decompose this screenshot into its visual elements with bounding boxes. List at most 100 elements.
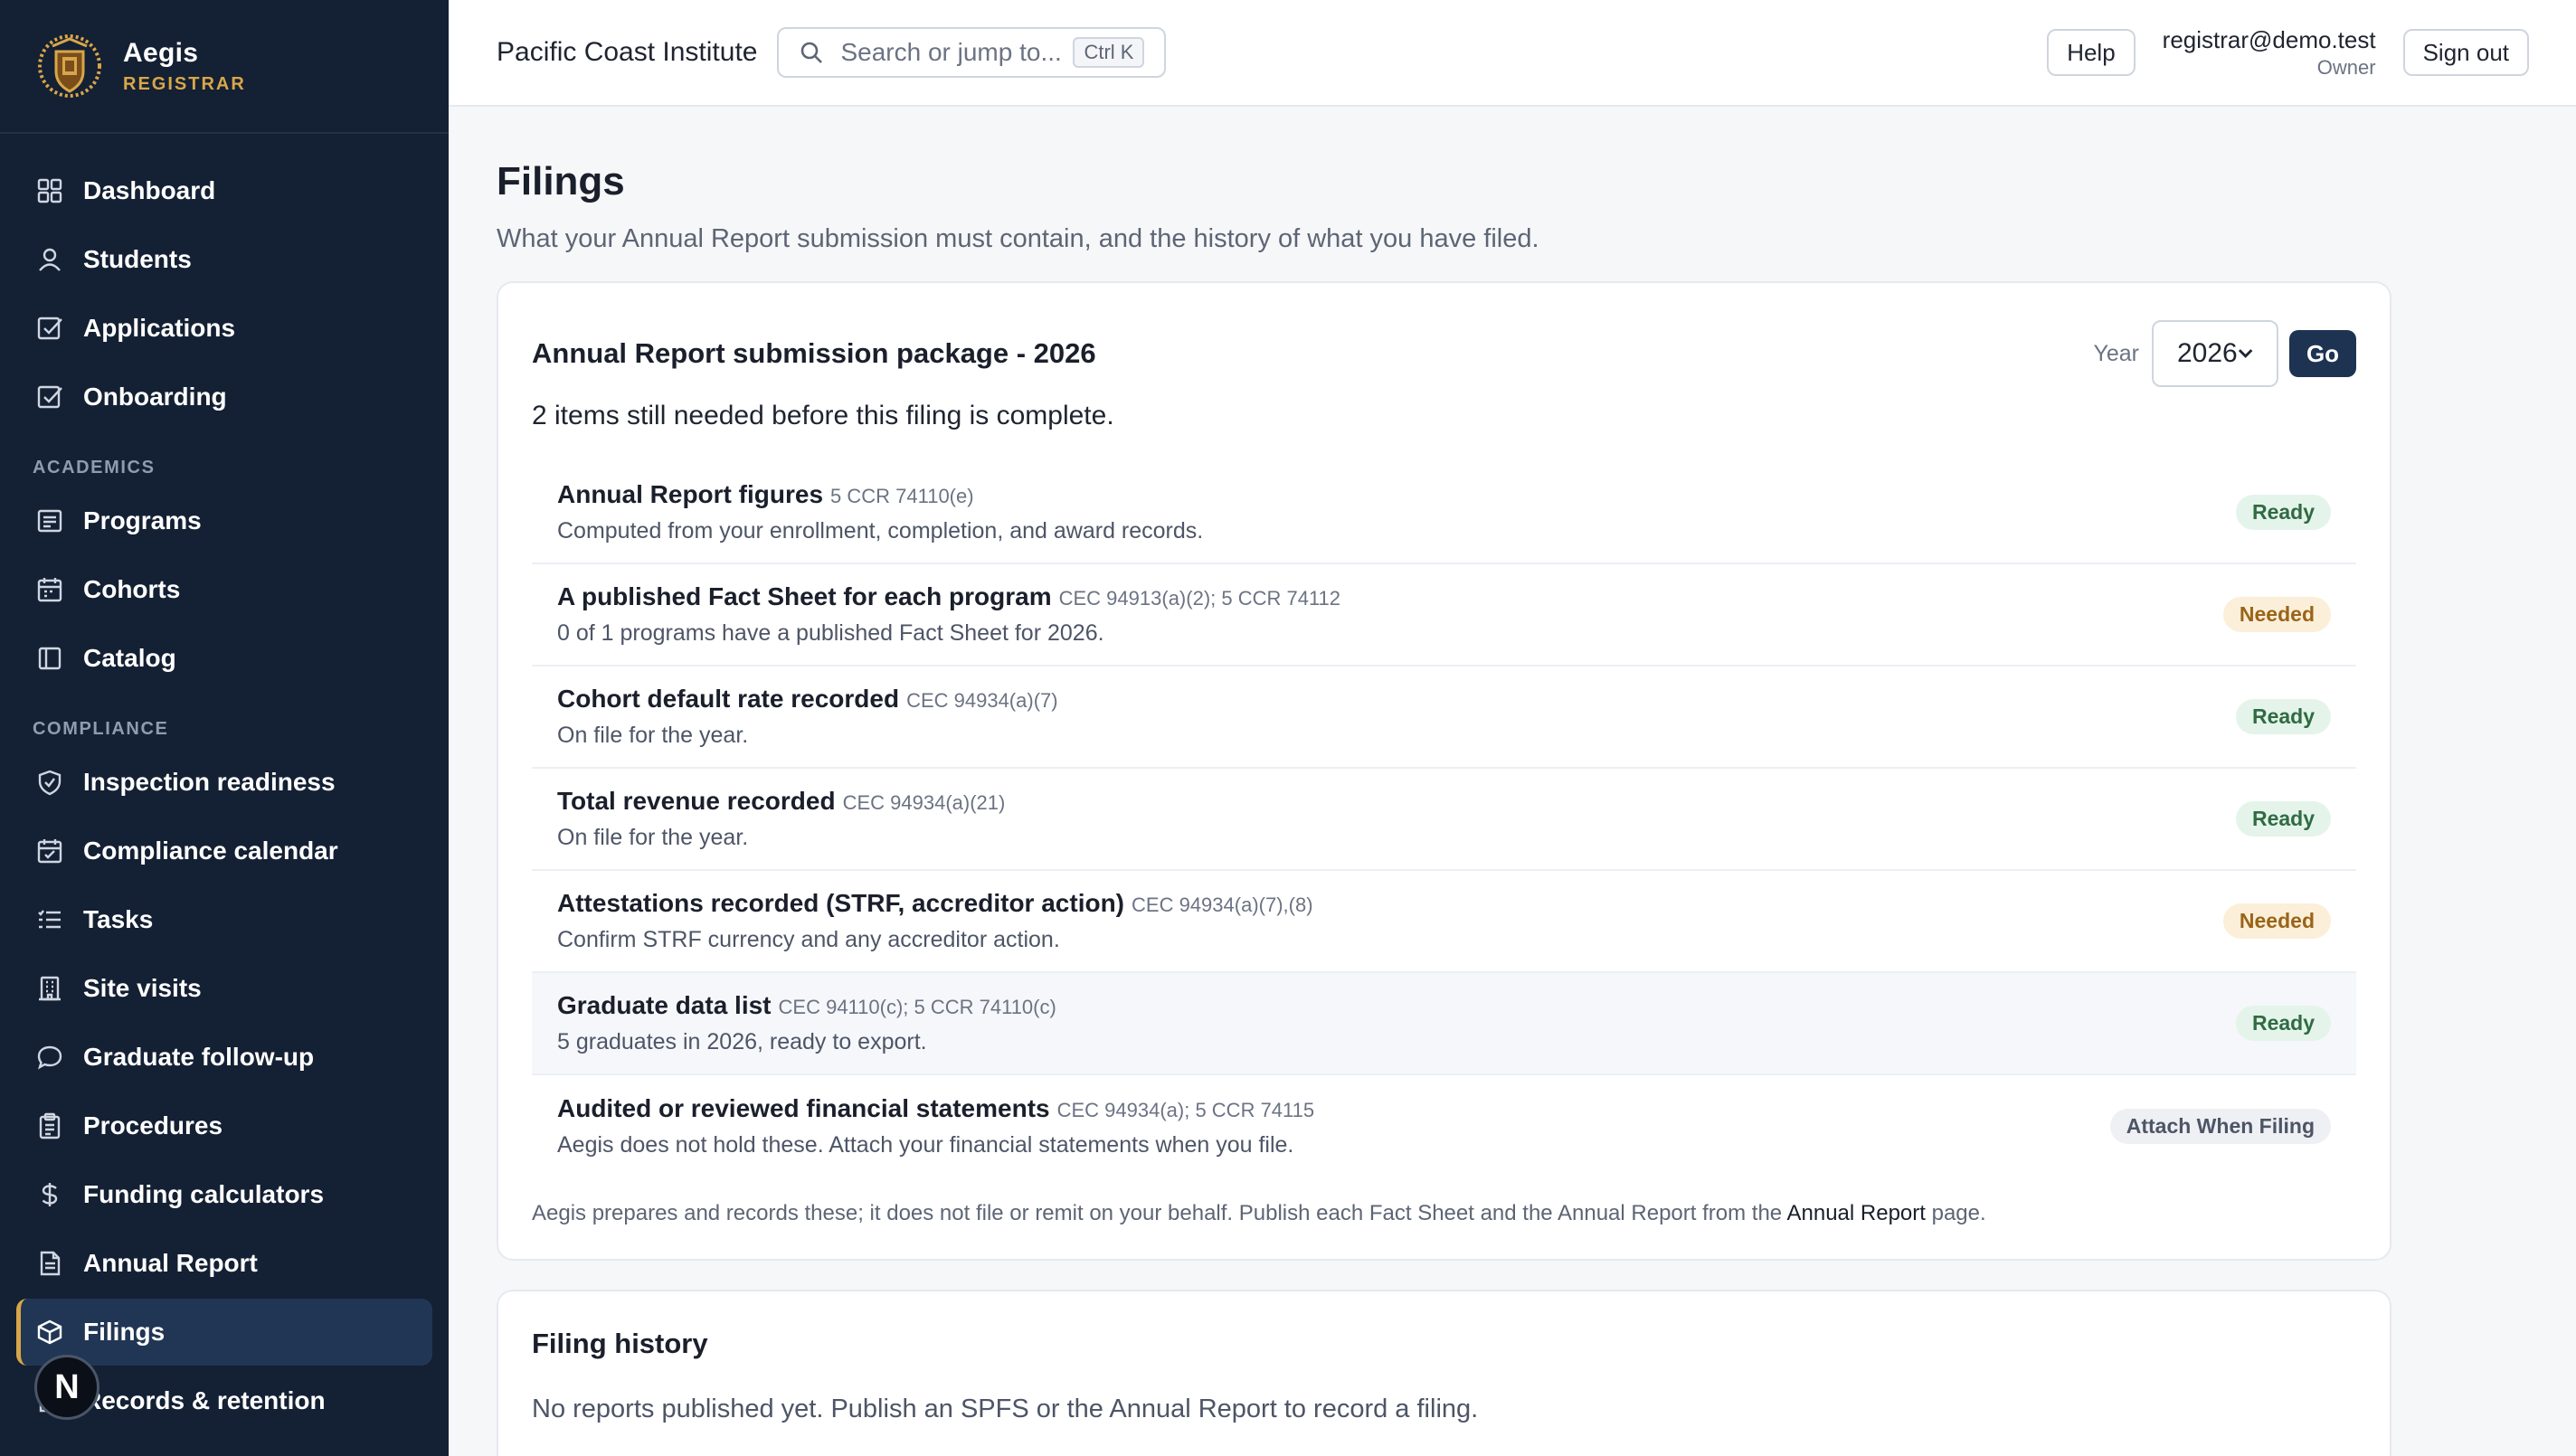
- requirement-description: 5 graduates in 2026, ready to export.: [557, 1029, 927, 1054]
- requirement-title: Total revenue recorded: [557, 787, 836, 815]
- page-title: Filings: [497, 159, 625, 203]
- sidebar-item-label: Cohorts: [83, 575, 181, 603]
- year-select-value: 2026: [2177, 338, 2238, 368]
- requirement-row: Audited or reviewed financial statements…: [532, 1075, 2356, 1177]
- card-title: Annual Report submission package - 2026: [532, 337, 1096, 369]
- sidebar-item-programs[interactable]: Programs: [16, 487, 432, 554]
- sidebar-item-graduate-follow-up[interactable]: Graduate follow-up: [16, 1024, 432, 1091]
- status-badge: Ready: [2235, 495, 2331, 530]
- sidebar-item-label: Programs: [83, 506, 202, 534]
- requirement-title: Attestations recorded (STRF, accreditor …: [557, 889, 1125, 917]
- annual-report-link[interactable]: Annual Report: [1786, 1201, 1925, 1225]
- sidebar-item-catalog[interactable]: Catalog: [16, 625, 432, 692]
- sidebar-item-funding-calculators[interactable]: Funding calculators: [16, 1161, 432, 1228]
- sidebar-item-label: Procedures: [83, 1111, 223, 1139]
- checkbox-icon: [37, 385, 62, 409]
- sign-out-button[interactable]: Sign out: [2402, 29, 2529, 76]
- requirement-description: 0 of 1 programs have a published Fact Sh…: [557, 620, 1104, 646]
- sidebar-item-label: Graduate follow-up: [83, 1043, 315, 1071]
- requirement-citation: CEC 94934(a)(7),(8): [1132, 893, 1313, 916]
- assistant-launcher-button[interactable]: N: [34, 1355, 99, 1420]
- search-placeholder: Search or jump to...: [840, 38, 1062, 66]
- requirement-citation: CEC 94934(a); 5 CCR 74115: [1056, 1099, 1315, 1121]
- sidebar-item-label: Funding calculators: [83, 1180, 325, 1208]
- help-button[interactable]: Help: [2047, 29, 2136, 76]
- filing-history-title: Filing history: [532, 1328, 708, 1359]
- filing-history-empty: No reports published yet. Publish an SPF…: [532, 1395, 1479, 1423]
- nav-section-academics: ACADEMICS: [33, 458, 156, 477]
- footer-text-end: page.: [1925, 1201, 1986, 1225]
- brand[interactable]: Aegis REGISTRAR: [0, 0, 449, 134]
- requirement-citation: 5 CCR 74110(e): [830, 485, 974, 507]
- requirement-title: Audited or reviewed financial statements: [557, 1094, 1050, 1122]
- sidebar-item-dashboard[interactable]: Dashboard: [16, 157, 432, 224]
- status-badge: Needed: [2222, 597, 2331, 632]
- status-badge: Attach When Filing: [2109, 1109, 2331, 1144]
- user-role: Owner: [2316, 55, 2376, 79]
- requirement-row: Graduate data list CEC 94110(c); 5 CCR 74…: [532, 973, 2356, 1075]
- sidebar-item-label: Onboarding: [83, 383, 227, 411]
- dollar-icon: [42, 1183, 58, 1206]
- checkbox-icon: [37, 317, 62, 340]
- search-input[interactable]: Search or jump to... Ctrl K: [777, 27, 1167, 78]
- requirement-row: Total revenue recorded CEC 94934(a)(21) O…: [532, 769, 2356, 871]
- requirement-list: Annual Report figures 5 CCR 74110(e) Comp…: [532, 462, 2356, 1177]
- user-menu[interactable]: registrar@demo.test Owner: [2163, 26, 2376, 80]
- status-badge: Ready: [2235, 1006, 2331, 1041]
- sidebar-item-procedures[interactable]: Procedures: [16, 1092, 432, 1159]
- requirement-description: Aegis does not hold these. Attach your f…: [557, 1132, 1294, 1158]
- sidebar-item-inspection-readiness[interactable]: Inspection readiness: [16, 749, 432, 816]
- sidebar-item-students[interactable]: Students: [16, 226, 432, 293]
- clipboard-icon: [39, 1112, 61, 1139]
- sidebar-item-onboarding[interactable]: Onboarding: [16, 364, 432, 430]
- go-button[interactable]: Go: [2289, 330, 2356, 377]
- requirement-title: Graduate data list: [557, 991, 772, 1019]
- status-badge: Needed: [2222, 903, 2331, 939]
- requirement-citation: CEC 94934(a)(21): [842, 791, 1006, 814]
- search-shortcut-hint: Ctrl K: [1073, 37, 1145, 68]
- requirement-row: Annual Report figures 5 CCR 74110(e) Comp…: [532, 462, 2356, 564]
- book-icon: [38, 647, 62, 670]
- footer-text: Aegis prepares and records these; it doe…: [532, 1201, 1787, 1225]
- requirement-citation: CEC 94110(c); 5 CCR 74110(c): [778, 996, 1056, 1018]
- sidebar-item-label: Students: [83, 245, 192, 273]
- topbar-actions: Help registrar@demo.test Owner Sign out: [2047, 26, 2529, 80]
- calendar-check-icon: [37, 839, 62, 864]
- requirement-citation: CEC 94913(a)(2); 5 CCR 74112: [1058, 587, 1341, 610]
- sidebar-item-label: Records & retention: [83, 1386, 326, 1414]
- user-email: registrar@demo.test: [2162, 25, 2376, 53]
- sidebar-item-filings[interactable]: Filings: [16, 1299, 432, 1366]
- sidebar-item-annual-report[interactable]: Annual Report: [16, 1230, 432, 1297]
- sidebar-item-label: Inspection readiness: [83, 768, 336, 796]
- sidebar-nav: Dashboard Students Applications Onboardi…: [0, 134, 449, 1434]
- user-icon: [39, 248, 61, 271]
- card-footer-note: Aegis prepares and records these; it doe…: [532, 1177, 2356, 1259]
- nav-section-compliance: COMPLIANCE: [33, 719, 169, 739]
- requirement-title: Annual Report figures: [557, 480, 824, 508]
- requirement-title: Cohort default rate recorded: [557, 685, 900, 713]
- submission-package-card: Annual Report submission package - 2026 …: [497, 281, 2391, 1261]
- sidebar-item-compliance-calendar[interactable]: Compliance calendar: [16, 818, 432, 884]
- sidebar-item-label: Tasks: [83, 905, 154, 933]
- sidebar-item-tasks[interactable]: Tasks: [16, 886, 432, 953]
- organization-name: Pacific Coast Institute: [497, 37, 758, 67]
- year-selector: Year 2026 Go: [2093, 320, 2356, 387]
- calendar-icon: [37, 578, 62, 602]
- sidebar-item-applications[interactable]: Applications: [16, 295, 432, 362]
- main-area: Pacific Coast Institute Search or jump t…: [449, 0, 2576, 1456]
- sidebar-item-cohorts[interactable]: Cohorts: [16, 556, 432, 623]
- sidebar-item-site-visits[interactable]: Site visits: [16, 955, 432, 1022]
- brand-subtitle: REGISTRAR: [123, 73, 246, 94]
- year-select[interactable]: 2026: [2152, 320, 2278, 387]
- requirement-citation: CEC 94934(a)(7): [906, 689, 1058, 712]
- sidebar-item-label: Dashboard: [83, 176, 216, 204]
- search-icon: [801, 42, 823, 63]
- requirement-description: Confirm STRF currency and any accreditor…: [557, 927, 1060, 952]
- requirement-row: Cohort default rate recorded CEC 94934(a)…: [532, 667, 2356, 769]
- crest-logo-icon: [38, 34, 101, 98]
- status-badge: Ready: [2235, 699, 2331, 734]
- card-header: Annual Report submission package - 2026 …: [532, 283, 2356, 419]
- filing-history-card: Filing history No reports published yet.…: [497, 1290, 2391, 1456]
- list-box-icon: [37, 509, 62, 533]
- requirement-description: Computed from your enrollment, completio…: [557, 518, 1204, 544]
